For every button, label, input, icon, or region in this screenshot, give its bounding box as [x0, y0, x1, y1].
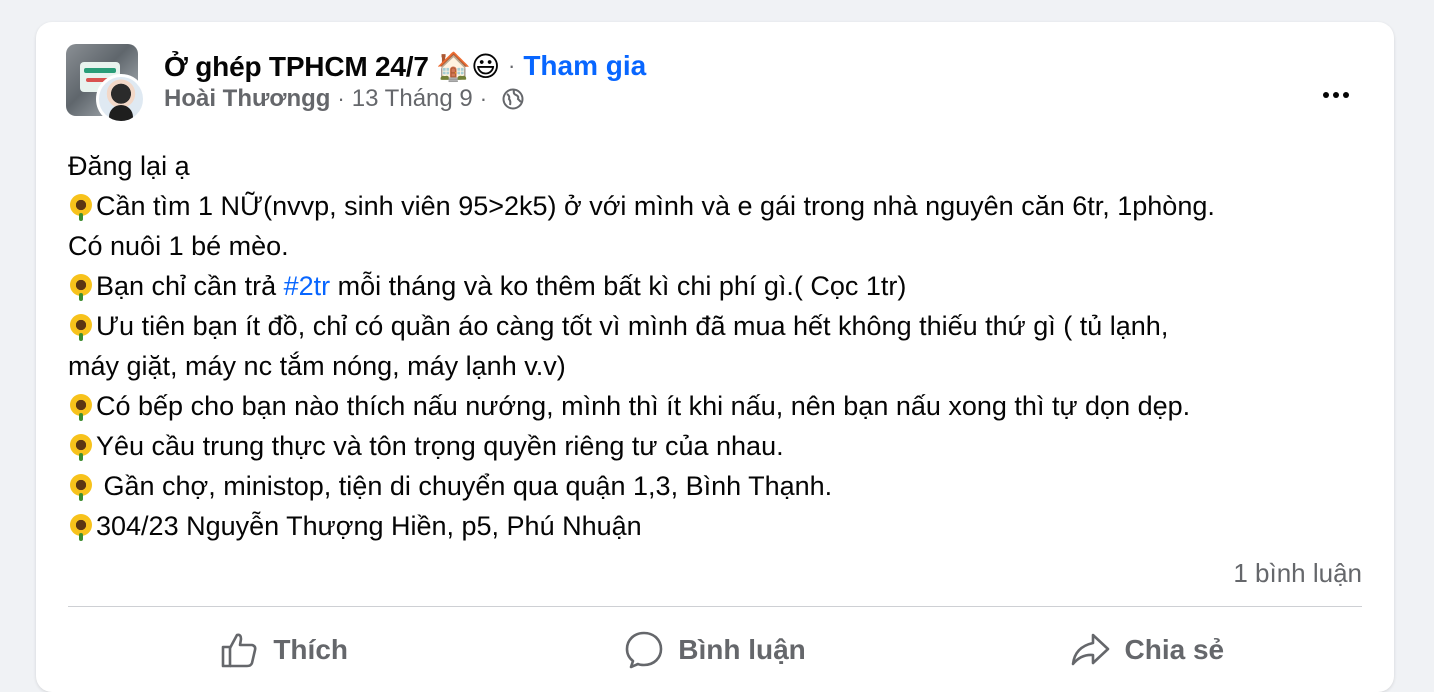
globe-icon[interactable] [502, 88, 524, 110]
sunflower-icon [68, 193, 94, 221]
comment-button[interactable]: Bình luận [499, 618, 930, 682]
post-line: 304/23 Nguyễn Thượng Hiền, p5, Phú Nhuận [68, 506, 1368, 546]
sunflower-icon [68, 273, 94, 301]
post-line: Cần tìm 1 NỮ(nvvp, sinh viên 95>2k5) ở v… [68, 186, 1368, 226]
post-line: Đăng lại ạ [68, 151, 190, 181]
comment-bubble-icon [625, 631, 663, 669]
divider [68, 606, 1362, 607]
share-label: Chia sẻ [1124, 634, 1225, 665]
sunflower-icon [68, 473, 94, 501]
share-arrow-icon [1071, 633, 1109, 666]
more-options-button[interactable] [1314, 80, 1358, 110]
post-card: Ở ghép TPHCM 24/7 🏠😃 · Tham gia Hoài Thư… [36, 22, 1394, 692]
more-horizontal-icon [1323, 92, 1329, 98]
post-line: Có nuôi 1 bé mèo. [68, 231, 289, 261]
post-line: Bạn chỉ cần trả #2tr mỗi tháng và ko thê… [68, 266, 1368, 306]
separator-dot: · [479, 86, 488, 111]
post-header: Ở ghép TPHCM 24/7 🏠😃 · Tham gia Hoài Thư… [66, 44, 1364, 126]
post-line: Ưu tiên bạn ít đồ, chỉ có quần áo càng t… [68, 306, 1368, 346]
share-button[interactable]: Chia sẻ [931, 618, 1362, 682]
comment-count-link[interactable]: 1 bình luận [1233, 558, 1362, 589]
separator-dot: · [337, 86, 345, 111]
group-name-link[interactable]: Ở ghép TPHCM 24/7 🏠😃 [164, 50, 500, 83]
sunflower-icon [68, 393, 94, 421]
post-date-link[interactable]: 13 Tháng 9 [352, 85, 473, 113]
post-line: Gần chợ, ministop, tiện di chuyển qua qu… [68, 466, 1368, 506]
author-name-link[interactable]: Hoài Thươngg [164, 85, 330, 113]
hashtag-link[interactable]: #2tr [284, 271, 331, 301]
post-body: Đăng lại ạ Cần tìm 1 NỮ(nvvp, sinh viên … [68, 146, 1368, 546]
comment-label: Bình luận [678, 634, 806, 665]
post-line: Yêu cầu trung thực và tôn trọng quyền ri… [68, 426, 1368, 466]
author-avatar[interactable] [96, 74, 146, 124]
post-meta-line: Hoài Thươngg · 13 Tháng 9 · [164, 84, 524, 114]
like-label: Thích [273, 634, 348, 665]
post-line: máy giặt, máy nc tắm nóng, máy lạnh v.v) [68, 351, 566, 381]
join-group-link[interactable]: Tham gia [523, 50, 646, 82]
post-line: Có bếp cho bạn nào thích nấu nướng, mình… [68, 386, 1368, 426]
separator-dot: · [507, 53, 516, 78]
sunflower-icon [68, 433, 94, 461]
sunflower-icon [68, 513, 94, 541]
post-title-line: Ở ghép TPHCM 24/7 🏠😃 · Tham gia [164, 48, 646, 84]
action-bar: Thích Bình luận Chia sẻ [68, 618, 1362, 682]
like-button[interactable]: Thích [68, 618, 499, 682]
avatar-stack[interactable] [66, 44, 146, 124]
sunflower-icon [68, 313, 94, 341]
thumbs-up-icon [222, 633, 257, 668]
